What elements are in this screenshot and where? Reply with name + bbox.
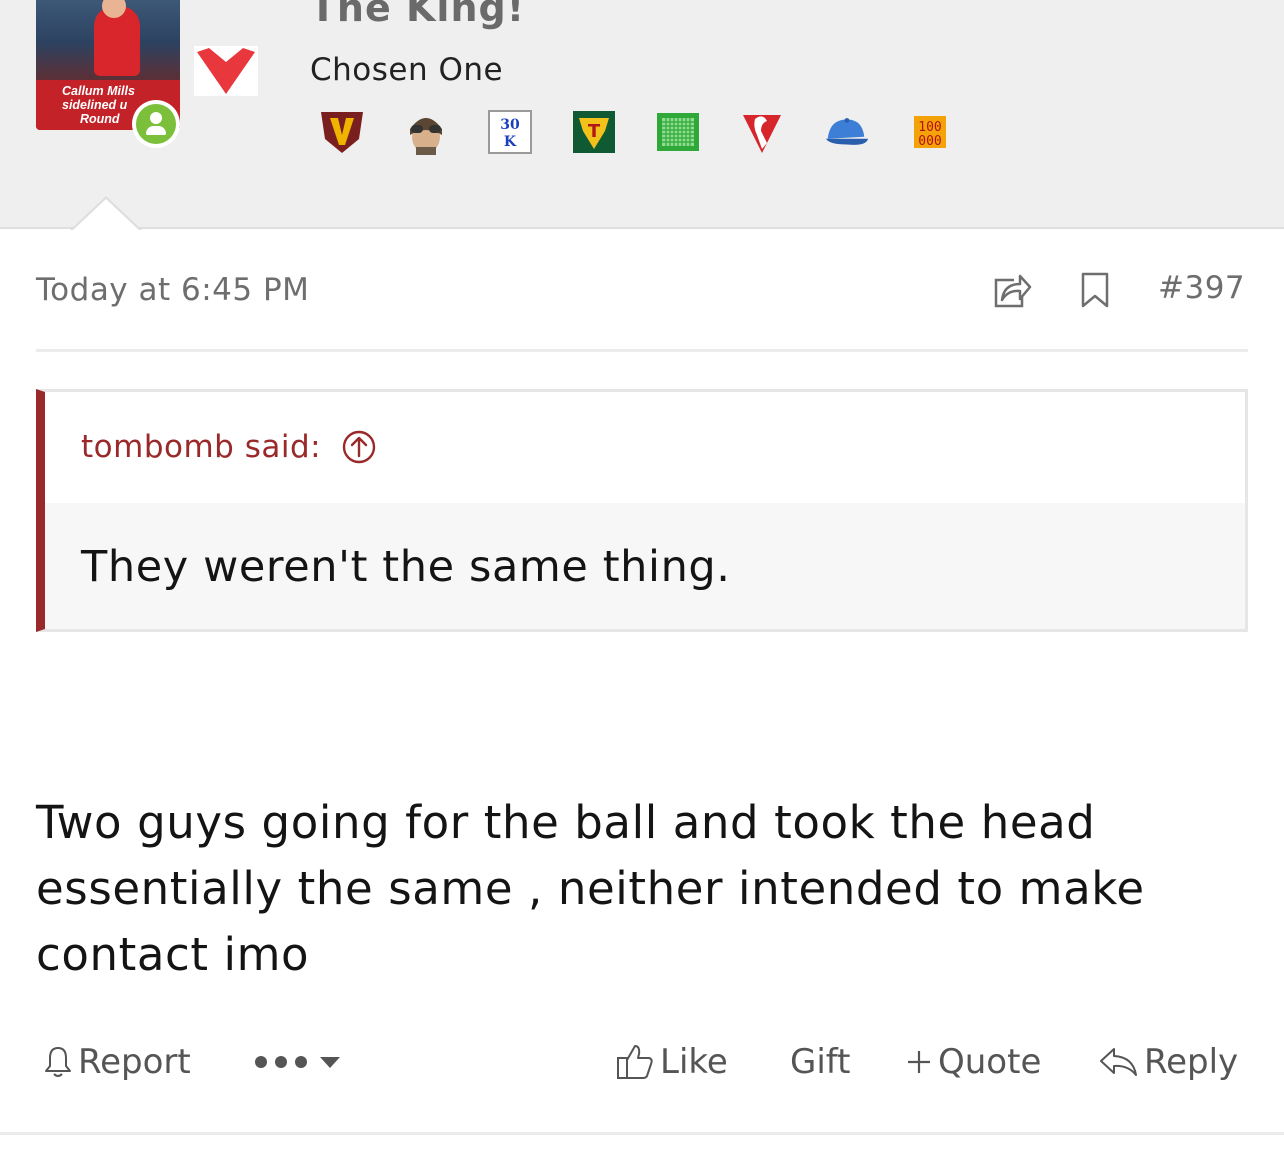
bookmark-icon[interactable] [1080, 272, 1110, 308]
plus-icon [908, 1051, 930, 1073]
swans-logo-icon[interactable] [738, 108, 786, 156]
user-rank: Chosen One [310, 52, 504, 88]
tasmania-t-icon[interactable]: T [570, 108, 618, 156]
like-label: Like [660, 1042, 728, 1082]
quote-label: Quote [938, 1042, 1042, 1082]
divider [0, 1132, 1284, 1135]
more-options-button[interactable] [252, 1036, 352, 1088]
quote-header: tombomb said: [45, 392, 1245, 503]
divider [36, 349, 1248, 352]
arrow-up-circle-icon[interactable] [341, 429, 377, 465]
100000-badge-top: 100 [918, 120, 941, 135]
share-icon[interactable] [992, 270, 1032, 310]
band-pointer [70, 196, 142, 231]
username[interactable]: The King! [310, 0, 525, 30]
quote-author-label[interactable]: tombomb said: [81, 429, 321, 465]
reply-button[interactable]: Reply [1098, 1036, 1238, 1088]
v-shield-icon[interactable] [318, 108, 366, 156]
30k-badge-icon[interactable]: 30 K [486, 108, 534, 156]
quote-author-link[interactable]: tombomb said: [81, 429, 377, 465]
post-actions-bar: Report Like Gift Quote Reply [0, 1036, 1284, 1088]
tasmania-t-letter: T [588, 121, 601, 142]
post-timestamp[interactable]: Today at 6:45 PM [36, 272, 309, 308]
heart-icon [197, 48, 255, 94]
100000-badge-bottom: 000 [918, 134, 941, 149]
report-label: Report [78, 1042, 191, 1082]
report-button[interactable]: Report [42, 1036, 191, 1088]
heart-badge [194, 46, 258, 96]
quote-block: tombomb said: They weren't the same thin… [36, 389, 1248, 632]
post-number-link[interactable]: #397 [1158, 270, 1245, 306]
100000-badge-icon[interactable]: 100 000 [906, 108, 954, 156]
thumbs-up-icon [617, 1045, 653, 1079]
post-message: Two guys going for the ball and took the… [36, 790, 1256, 988]
user-info-band: Callum Mills sidelined u Round The King!… [0, 0, 1284, 229]
trophy-row: 30 K T 100 000 [318, 108, 958, 156]
gift-button[interactable]: Gift [790, 1036, 851, 1088]
avatar-caption-line: Callum Mills [62, 84, 135, 98]
green-net-icon[interactable] [654, 108, 702, 156]
30k-badge-number: 30 [500, 117, 520, 133]
aviator-helmet-icon[interactable] [402, 108, 450, 156]
blue-cap-icon[interactable] [822, 108, 870, 156]
online-status-icon [132, 100, 180, 148]
quote-text: They weren't the same thing. [81, 542, 731, 592]
like-button[interactable]: Like [614, 1036, 728, 1088]
bell-icon [45, 1047, 71, 1077]
more-dots-icon [255, 1056, 340, 1068]
message-line: essentially the same , neither intended … [36, 862, 1145, 915]
message-line: Two guys going for the ball and took the… [36, 796, 1096, 849]
message-line: contact imo [36, 928, 310, 981]
reply-arrow-icon [1100, 1048, 1137, 1076]
reply-label: Reply [1144, 1042, 1239, 1082]
quote-button[interactable]: Quote [904, 1036, 1041, 1088]
30k-badge-unit: K [504, 134, 517, 150]
gift-label: Gift [790, 1042, 851, 1082]
